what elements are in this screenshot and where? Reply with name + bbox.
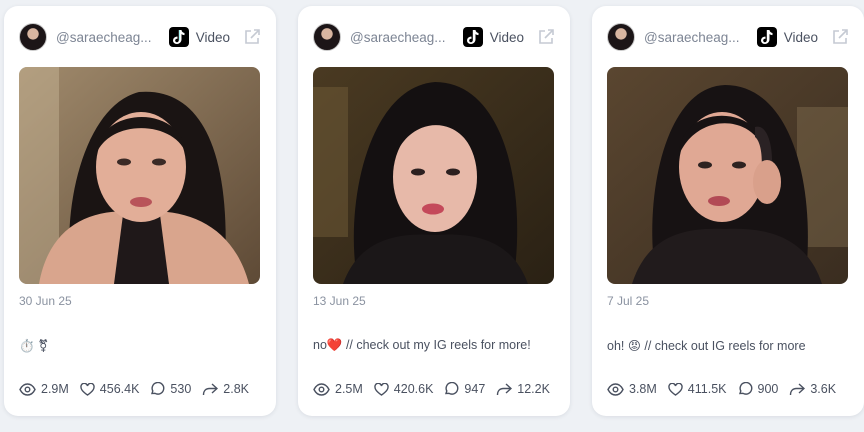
stats-row: 3.8M 411.5K 900 3.6K bbox=[607, 382, 854, 396]
stats-row: 2.5M 420.6K 947 12.2K bbox=[313, 382, 560, 396]
views-count: 2.5M bbox=[335, 382, 363, 396]
content-type-label: Video bbox=[195, 29, 230, 45]
card-header: @saraecheag... Video bbox=[607, 22, 849, 52]
video-thumbnail[interactable] bbox=[607, 67, 848, 284]
username[interactable]: @saraecheag... bbox=[56, 30, 155, 45]
eye-icon bbox=[607, 382, 624, 396]
video-card[interactable]: @saraecheag... Video 7 Jul 25 oh! 😡 // c… bbox=[592, 6, 864, 416]
video-card[interactable]: @saraecheag... Video 13 Jun 25 no❤️ // c… bbox=[298, 6, 570, 416]
comments-count: 530 bbox=[170, 382, 192, 396]
views-count: 2.9M bbox=[41, 382, 69, 396]
likes-stat: 420.6K bbox=[374, 382, 434, 396]
comments-stat: 900 bbox=[738, 382, 779, 396]
share-icon bbox=[497, 382, 513, 395]
shares-stat: 12.2K bbox=[496, 382, 550, 396]
card-header: @saraecheag... Video bbox=[19, 22, 261, 52]
tiktok-icon bbox=[168, 27, 189, 47]
likes-count: 420.6K bbox=[393, 382, 434, 396]
comments-stat: 947 bbox=[444, 382, 485, 396]
video-thumbnail[interactable] bbox=[19, 67, 260, 284]
comments-stat: 530 bbox=[150, 382, 191, 396]
comment-icon bbox=[445, 382, 459, 395]
post-caption: no❤️ // check out my IG reels for more! bbox=[313, 338, 531, 352]
username[interactable]: @saraecheag... bbox=[350, 30, 449, 45]
comments-count: 947 bbox=[464, 382, 486, 396]
shares-count: 12.2K bbox=[517, 382, 550, 396]
eye-icon bbox=[313, 382, 330, 396]
content-type-label: Video bbox=[783, 29, 818, 45]
heart-icon bbox=[668, 382, 683, 396]
views-stat: 2.5M bbox=[313, 382, 363, 396]
likes-stat: 411.5K bbox=[668, 382, 727, 396]
avatar[interactable] bbox=[19, 23, 47, 51]
comment-icon bbox=[151, 382, 165, 395]
shares-count: 3.6K bbox=[810, 382, 837, 396]
heart-icon bbox=[80, 382, 95, 396]
shares-stat: 3.6K bbox=[789, 382, 836, 396]
external-link-icon[interactable] bbox=[831, 28, 849, 46]
comments-count: 900 bbox=[757, 382, 779, 396]
likes-count: 411.5K bbox=[687, 382, 727, 396]
post-caption: ⏱️ ⚧ bbox=[19, 339, 49, 353]
username[interactable]: @saraecheag... bbox=[644, 30, 743, 45]
likes-count: 456.4K bbox=[99, 382, 140, 396]
likes-stat: 456.4K bbox=[80, 382, 140, 396]
post-date: 13 Jun 25 bbox=[313, 294, 366, 308]
share-icon bbox=[790, 382, 806, 395]
tiktok-icon bbox=[756, 27, 777, 47]
heart-icon bbox=[374, 382, 389, 396]
external-link-icon[interactable] bbox=[537, 28, 555, 46]
video-card[interactable]: @saraecheag... Video 30 Jun 25 ⏱️ ⚧ 2.9M… bbox=[4, 6, 276, 416]
post-caption: oh! 😡 // check out IG reels for more bbox=[607, 339, 806, 353]
avatar[interactable] bbox=[313, 23, 341, 51]
eye-icon bbox=[19, 382, 36, 396]
views-count: 3.8M bbox=[629, 382, 657, 396]
content-type-label: Video bbox=[489, 29, 524, 45]
avatar[interactable] bbox=[607, 23, 635, 51]
card-header: @saraecheag... Video bbox=[313, 22, 555, 52]
views-stat: 2.9M bbox=[19, 382, 69, 396]
comment-icon bbox=[738, 382, 752, 395]
external-link-icon[interactable] bbox=[243, 28, 261, 46]
post-date: 30 Jun 25 bbox=[19, 294, 72, 308]
video-thumbnail[interactable] bbox=[313, 67, 554, 284]
shares-count: 2.8K bbox=[223, 382, 249, 396]
tiktok-icon bbox=[462, 27, 483, 47]
shares-stat: 2.8K bbox=[202, 382, 249, 396]
views-stat: 3.8M bbox=[607, 382, 657, 396]
stats-row: 2.9M 456.4K 530 2.8K bbox=[19, 382, 266, 396]
share-icon bbox=[203, 382, 219, 395]
post-date: 7 Jul 25 bbox=[607, 294, 650, 308]
